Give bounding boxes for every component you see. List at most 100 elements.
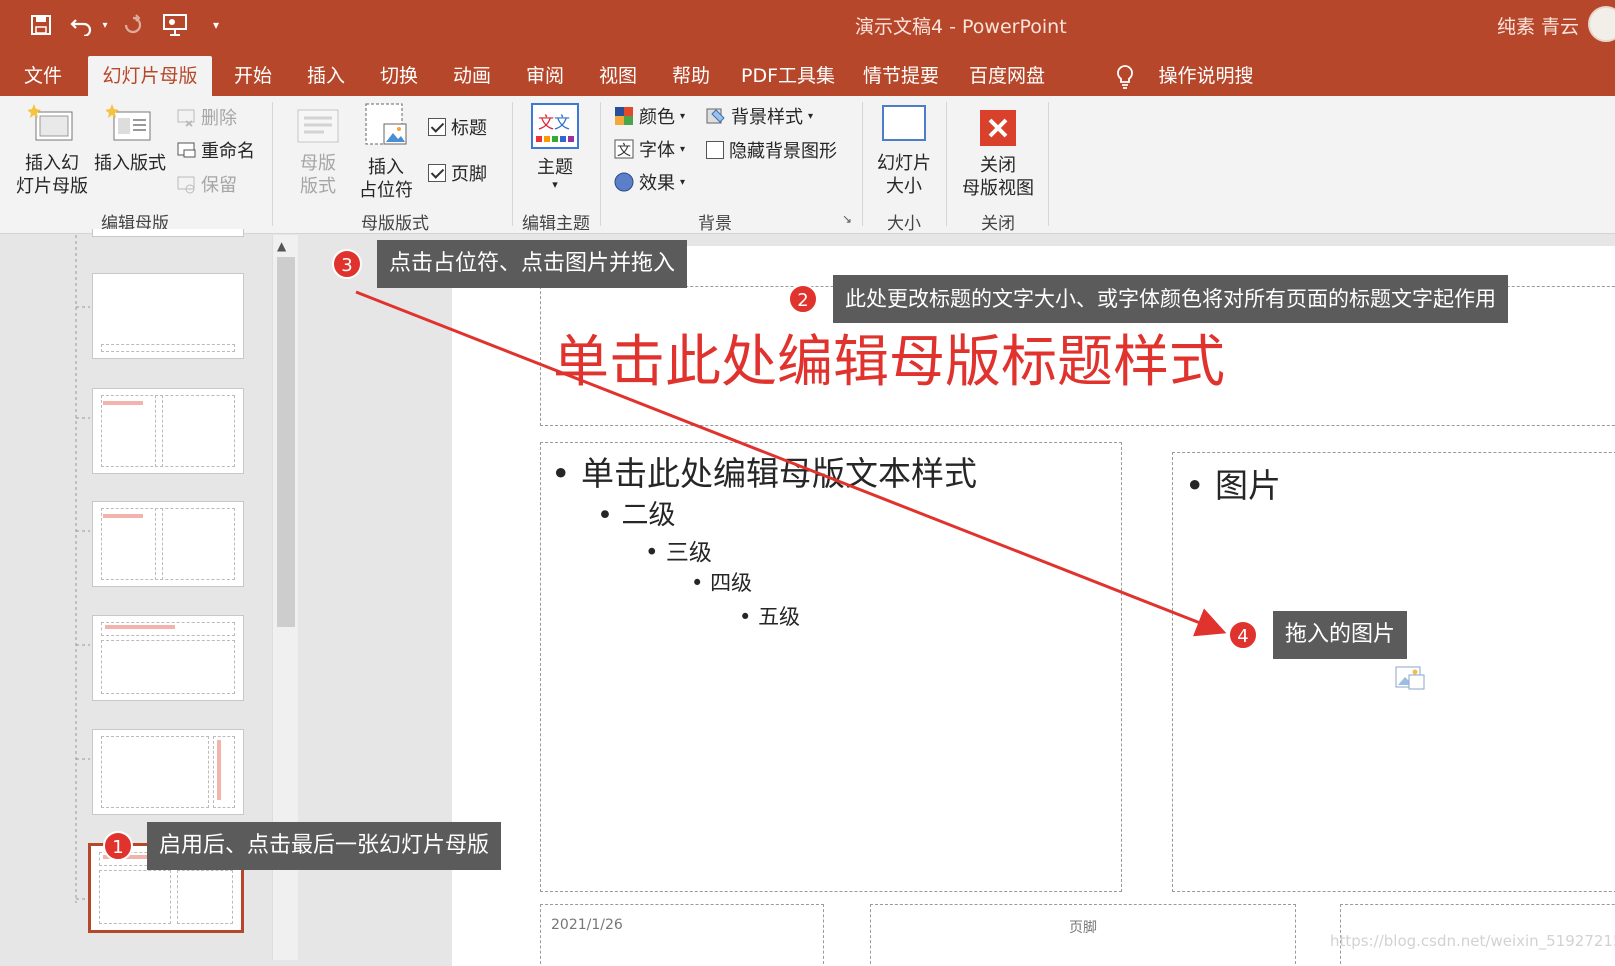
tab-pdf-tools[interactable]: PDF工具集 bbox=[736, 56, 840, 96]
themes-button[interactable]: 文文 主题 ▾ bbox=[522, 102, 588, 191]
dialog-launcher-icon[interactable]: ↘ bbox=[842, 212, 852, 226]
close-master-view-button[interactable]: 关闭 母版视图 bbox=[956, 108, 1040, 200]
rename-button[interactable]: 重命名 bbox=[176, 137, 255, 163]
insert-slide-master-label-2: 灯片母版 bbox=[16, 176, 88, 197]
effects-label: 效果 bbox=[639, 173, 675, 194]
master-layout-icon bbox=[297, 109, 339, 143]
close-master-view-label-1: 关闭 bbox=[980, 155, 1016, 176]
svg-text:文: 文 bbox=[538, 113, 554, 132]
background-styles-icon bbox=[706, 108, 725, 124]
slide-thumbnail[interactable] bbox=[92, 501, 244, 587]
footer-placeholder[interactable]: 页脚 bbox=[870, 904, 1296, 964]
annotation-2-badge: 2 bbox=[788, 284, 818, 314]
tab-storyboard[interactable]: 情节提要 bbox=[858, 56, 944, 96]
tab-home[interactable]: 开始 bbox=[225, 56, 281, 96]
footer-text: 页脚 bbox=[1069, 920, 1097, 936]
insert-placeholder-icon bbox=[365, 103, 407, 145]
group-separator bbox=[946, 102, 947, 226]
hide-background-graphics-box[interactable] bbox=[706, 141, 724, 159]
colors-icon bbox=[615, 107, 633, 125]
slide-thumbnail[interactable] bbox=[92, 229, 244, 237]
scroll-thumb[interactable] bbox=[277, 257, 295, 627]
colors-button[interactable]: 颜色 ▾ bbox=[614, 103, 685, 129]
close-icon bbox=[980, 110, 1016, 146]
slide-thumbnail[interactable] bbox=[92, 388, 244, 474]
insert-slide-master-button[interactable]: 插入幻 灯片母版 bbox=[14, 102, 90, 198]
title-checkbox-box[interactable] bbox=[428, 118, 446, 136]
tab-insert[interactable]: 插入 bbox=[298, 56, 354, 96]
redo-icon bbox=[120, 10, 146, 40]
fonts-button[interactable]: 文 字体 ▾ bbox=[614, 136, 685, 162]
document-title: 演示文稿4 - PowerPoint bbox=[855, 16, 1067, 38]
slide-size-icon bbox=[882, 105, 926, 141]
master-layout-label-1: 母版 bbox=[300, 153, 336, 174]
annotation-3-badge: 3 bbox=[332, 249, 362, 279]
insert-slide-master-label-1: 插入幻 bbox=[25, 153, 79, 174]
avatar[interactable] bbox=[1588, 6, 1615, 42]
size-group-label: 大小 bbox=[887, 214, 921, 234]
watermark: https://blog.csdn.net/weixin_51927215 bbox=[1330, 932, 1615, 950]
customize-toolbar-icon[interactable]: ▾ bbox=[206, 10, 226, 40]
svg-text:文: 文 bbox=[554, 113, 570, 132]
body-level-1: • 单击此处编辑母版文本样式 bbox=[551, 454, 977, 493]
title-bar: ▾ ▾ 演示文稿4 - PowerPoint 纯素 青云 bbox=[0, 0, 1615, 50]
undo-icon[interactable] bbox=[68, 10, 96, 40]
tab-slide-master[interactable]: 幻灯片母版 bbox=[88, 56, 212, 96]
slide-thumbnail[interactable] bbox=[92, 729, 244, 815]
date-placeholder[interactable]: 2021/1/26 bbox=[540, 904, 824, 964]
colors-label: 颜色 bbox=[639, 107, 675, 128]
tab-transitions[interactable]: 切换 bbox=[371, 56, 427, 96]
slide-title: 单击此处编辑母版标题样式 bbox=[553, 330, 1225, 395]
content-placeholder[interactable]: • 单击此处编辑母版文本样式 • 二级 • 三级 • 四级 • 五级 bbox=[540, 442, 1122, 892]
annotation-1-callout: 启用后、点击最后一张幻灯片母版 bbox=[147, 822, 502, 870]
tab-animations[interactable]: 动画 bbox=[444, 56, 500, 96]
master-layout-label-2: 版式 bbox=[300, 176, 336, 197]
close-master-view-label-2: 母版视图 bbox=[962, 178, 1034, 199]
effects-icon bbox=[614, 172, 634, 192]
picture-placeholder[interactable]: • 图片 bbox=[1172, 452, 1615, 892]
preserve-icon bbox=[177, 176, 195, 194]
slide-thumbnail[interactable] bbox=[92, 273, 244, 359]
footer-checkbox[interactable]: 页脚 bbox=[428, 160, 487, 186]
tab-review[interactable]: 审阅 bbox=[517, 56, 573, 96]
background-styles-button[interactable]: 背景样式 ▾ bbox=[706, 103, 813, 129]
themes-icon: 文文 bbox=[531, 103, 579, 149]
background-group-label: 背景 bbox=[698, 214, 732, 234]
present-from-start-icon[interactable] bbox=[160, 10, 190, 40]
annotation-4-badge: 4 bbox=[1228, 620, 1258, 650]
hide-background-graphics-label: 隐藏背景图形 bbox=[729, 141, 837, 162]
slide-size-button[interactable]: 幻灯片 大小 bbox=[868, 102, 940, 198]
footer-checkbox-box[interactable] bbox=[428, 164, 446, 182]
save-icon[interactable] bbox=[28, 10, 54, 40]
preserve-button: 保留 bbox=[176, 171, 237, 197]
tab-help[interactable]: 帮助 bbox=[663, 56, 719, 96]
title-checkbox[interactable]: 标题 bbox=[428, 114, 487, 140]
tab-baidu-netdisk[interactable]: 百度网盘 bbox=[964, 56, 1050, 96]
edit-theme-group-label: 编辑主题 bbox=[522, 214, 590, 234]
user-name[interactable]: 纯素 青云 bbox=[1497, 12, 1579, 39]
tell-me-search[interactable]: 操作说明搜索 bbox=[1150, 56, 1262, 127]
hide-background-graphics-checkbox[interactable]: 隐藏背景图形 bbox=[706, 137, 837, 163]
annotation-1-badge: 1 bbox=[103, 831, 133, 861]
svg-text:文: 文 bbox=[617, 143, 631, 159]
insert-slide-master-icon bbox=[27, 104, 73, 141]
slide-size-label-1: 幻灯片 bbox=[877, 153, 931, 174]
tab-view[interactable]: 视图 bbox=[590, 56, 646, 96]
picture-icon[interactable] bbox=[1395, 663, 1425, 693]
undo-dropdown-icon[interactable]: ▾ bbox=[98, 10, 112, 40]
slide-thumbnail[interactable] bbox=[92, 615, 244, 701]
annotation-4-callout: 拖入的图片 bbox=[1273, 611, 1408, 659]
tab-file[interactable]: 文件 bbox=[18, 56, 68, 96]
delete-label: 删除 bbox=[201, 108, 237, 129]
delete-button: 删除 bbox=[176, 104, 237, 130]
title-checkbox-label: 标题 bbox=[451, 118, 487, 139]
insert-placeholder-button[interactable]: 插入 占位符 bbox=[350, 102, 422, 202]
effects-button[interactable]: 效果 ▾ bbox=[614, 169, 685, 195]
scroll-up-icon[interactable]: ▲ bbox=[277, 239, 286, 253]
background-styles-label: 背景样式 bbox=[731, 107, 803, 128]
thumbnail-tree-lines bbox=[75, 235, 90, 903]
themes-label: 主题 bbox=[537, 157, 573, 178]
preserve-label: 保留 bbox=[201, 175, 237, 196]
insert-layout-button[interactable]: 插入版式 bbox=[92, 102, 168, 175]
rename-label: 重命名 bbox=[201, 141, 255, 162]
